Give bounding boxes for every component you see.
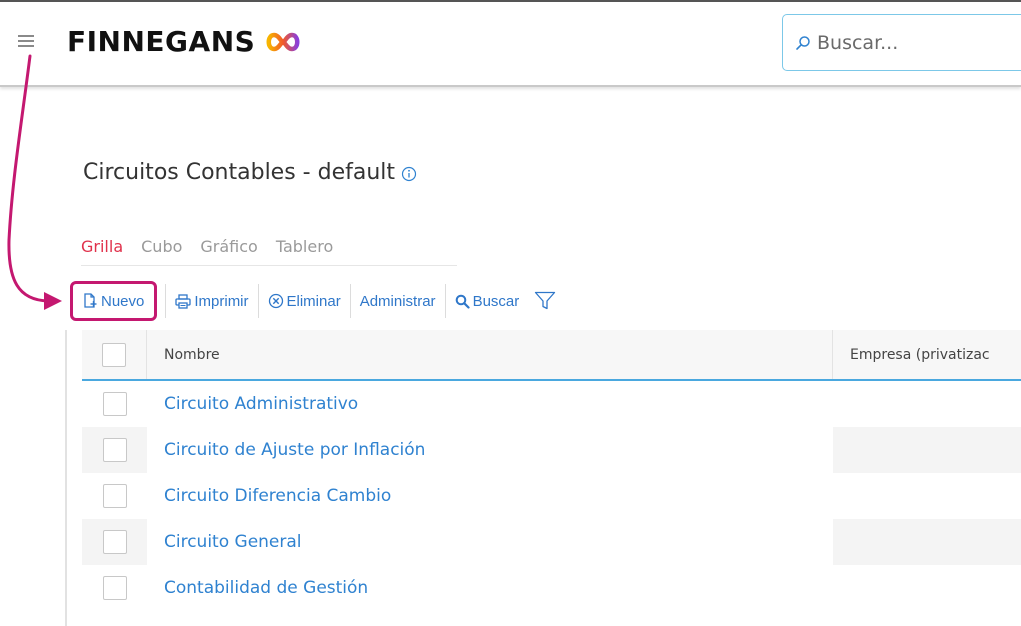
buscar-button[interactable]: Buscar	[446, 286, 529, 316]
circuitos-table: Nombre Empresa (privatizac Circuito Admi…	[82, 330, 1021, 611]
app-header: FINNEGANS	[0, 0, 1021, 87]
page-title-text: Circuitos Contables - default	[83, 160, 396, 185]
eliminar-button[interactable]: Eliminar	[259, 286, 350, 316]
row-empresa-cell	[833, 427, 1021, 473]
search-input[interactable]	[817, 31, 1007, 54]
imprimir-button[interactable]: Imprimir	[166, 286, 257, 316]
row-nombre-link[interactable]: Circuito General	[147, 519, 833, 565]
table-row[interactable]: Contabilidad de Gestión	[82, 565, 1021, 611]
administrar-label: Administrar	[359, 292, 436, 310]
delete-circle-icon	[268, 293, 283, 309]
filter-button[interactable]	[528, 286, 568, 316]
table-row[interactable]: Circuito General	[82, 519, 1021, 565]
buscar-label: Buscar	[472, 292, 520, 310]
tab-grafico[interactable]: Gráfico	[200, 237, 257, 256]
nuevo-label: Nuevo	[101, 292, 145, 310]
infinity-logo-icon	[266, 32, 300, 51]
logo-text: FINNEGANS	[67, 25, 256, 58]
row-check-cell	[82, 427, 147, 473]
global-search[interactable]	[782, 14, 1021, 71]
row-checkbox[interactable]	[102, 484, 127, 508]
row-nombre-link[interactable]: Contabilidad de Gestión	[147, 565, 833, 611]
column-header-nombre[interactable]: Nombre	[147, 330, 833, 379]
hamburger-menu-icon[interactable]	[18, 35, 34, 47]
row-nombre-link[interactable]: Circuito Administrativo	[147, 381, 833, 427]
page-title: Circuitos Contables - default	[83, 160, 417, 185]
row-checkbox[interactable]	[102, 392, 127, 416]
row-check-cell	[82, 565, 147, 611]
print-icon	[175, 293, 192, 309]
row-check-cell	[82, 381, 147, 427]
filter-icon	[535, 291, 556, 310]
tab-cubo[interactable]: Cubo	[141, 237, 182, 256]
tab-tablero[interactable]: Tablero	[276, 237, 333, 256]
row-checkbox[interactable]	[102, 576, 127, 600]
row-empresa-cell	[833, 519, 1021, 565]
table-row[interactable]: Circuito de Ajuste por Inflación	[82, 427, 1021, 473]
column-header-empresa[interactable]: Empresa (privatizac	[833, 330, 1021, 379]
row-nombre-link[interactable]: Circuito Diferencia Cambio	[147, 473, 833, 519]
grid-left-border	[65, 330, 67, 626]
eliminar-label: Eliminar	[286, 292, 341, 310]
row-checkbox[interactable]	[102, 438, 127, 462]
row-check-cell	[82, 473, 147, 519]
search-icon	[455, 294, 470, 309]
grid-toolbar: Nuevo Imprimir Eliminar Administrar Busc…	[70, 281, 568, 321]
row-empresa-cell	[833, 565, 1021, 611]
imprimir-label: Imprimir	[194, 292, 249, 310]
select-all-checkbox[interactable]	[102, 342, 126, 367]
finnegans-logo[interactable]: FINNEGANS	[67, 25, 303, 58]
row-empresa-cell	[833, 381, 1021, 427]
select-all-cell	[82, 330, 147, 379]
row-nombre-link[interactable]: Circuito de Ajuste por Inflación	[147, 427, 833, 473]
administrar-button[interactable]: Administrar	[351, 286, 445, 316]
row-checkbox[interactable]	[102, 530, 127, 554]
tab-grilla[interactable]: Grilla	[81, 237, 123, 256]
header-top-line	[0, 0, 1021, 2]
row-check-cell	[82, 519, 147, 565]
view-tabs: Grilla Cubo Gráfico Tablero	[81, 237, 457, 266]
info-icon[interactable]	[401, 166, 417, 182]
nuevo-button[interactable]: Nuevo	[70, 281, 158, 321]
table-header: Nombre Empresa (privatizac	[82, 330, 1021, 381]
table-row[interactable]: Circuito Diferencia Cambio	[82, 473, 1021, 519]
table-row[interactable]: Circuito Administrativo	[82, 381, 1021, 427]
search-icon	[796, 35, 810, 50]
row-empresa-cell	[833, 473, 1021, 519]
new-document-icon	[84, 293, 97, 308]
